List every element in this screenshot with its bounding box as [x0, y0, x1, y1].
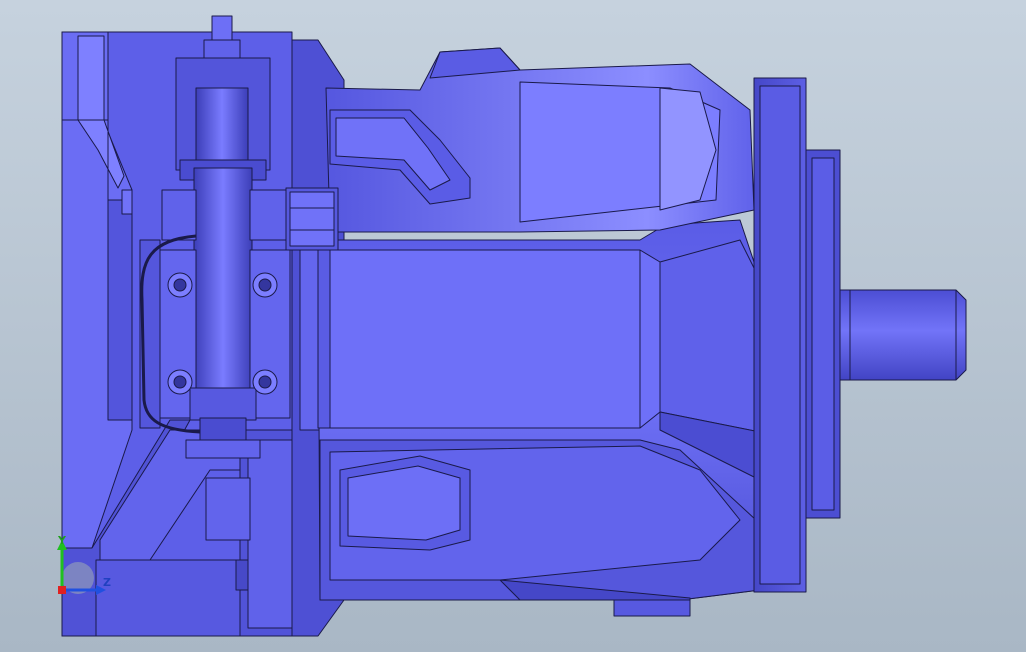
triad-z-label: Z [103, 576, 111, 589]
bolt-top-right [252, 272, 278, 298]
triad-y-label: Y [57, 534, 67, 547]
bolt-top-left [167, 272, 193, 298]
bolt-bottom-left [167, 369, 193, 395]
cad-viewport[interactable]: Y Z [0, 0, 1026, 652]
x-axis-marker [58, 586, 66, 594]
drive-flange [753, 77, 841, 593]
lower-port-lobe [319, 439, 761, 617]
drive-shaft [839, 289, 967, 381]
bolt-bottom-right [252, 369, 278, 395]
